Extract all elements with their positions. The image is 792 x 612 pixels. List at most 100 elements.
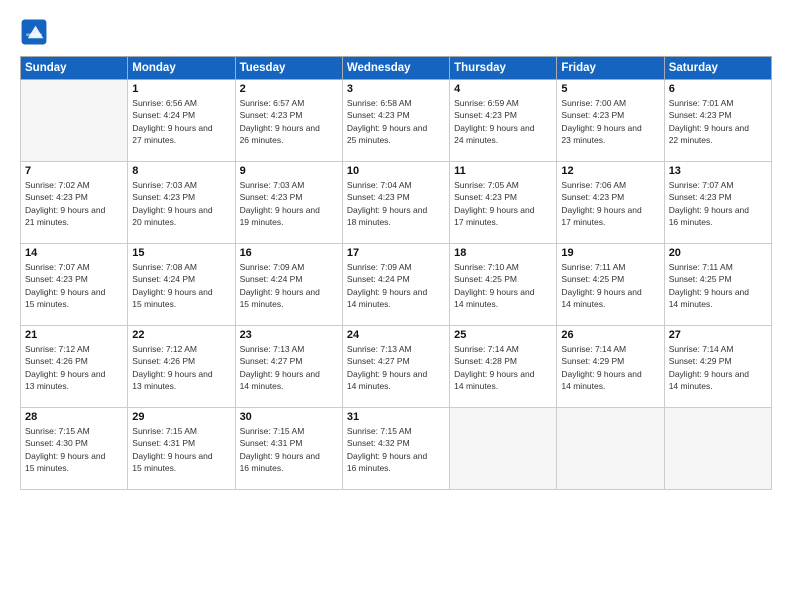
day-cell: 8 Sunrise: 7:03 AMSunset: 4:23 PMDaylight… [128,162,235,244]
day-info: Sunrise: 7:07 AMSunset: 4:23 PMDaylight:… [669,179,767,228]
day-cell: 7Sunrise: 7:02 AMSunset: 4:23 PMDaylight… [21,162,128,244]
calendar-header-row: SundayMondayTuesdayWednesdayThursdayFrid… [21,57,772,80]
logo-icon [20,18,48,46]
header-sunday: Sunday [21,57,128,80]
day-number: 25 [454,329,552,341]
day-number: 3 [347,83,445,95]
day-info: Sunrise: 7:11 AMSunset: 4:25 PMDaylight:… [561,261,659,310]
day-cell: 20Sunrise: 7:11 AMSunset: 4:25 PMDayligh… [664,244,771,326]
day-info: Sunrise: 7:15 AMSunset: 4:31 PMDaylight:… [240,425,338,474]
day-cell: 30 Sunrise: 7:15 AMSunset: 4:31 PMDayligh… [235,408,342,490]
day-number: 8 [132,165,230,177]
day-cell: 19 Sunrise: 7:11 AMSunset: 4:25 PMDayligh… [557,244,664,326]
day-number: 12 [561,165,659,177]
header-tuesday: Tuesday [235,57,342,80]
day-info: Sunrise: 7:12 AMSunset: 4:26 PMDaylight:… [25,343,123,392]
day-number: 14 [25,247,123,259]
day-info: Sunrise: 6:58 AMSunset: 4:23 PMDaylight:… [347,97,445,146]
day-number: 24 [347,329,445,341]
day-number: 17 [347,247,445,259]
logo [20,18,52,46]
day-number: 11 [454,165,552,177]
day-info: Sunrise: 7:07 AMSunset: 4:23 PMDaylight:… [25,261,123,310]
day-number: 20 [669,247,767,259]
day-cell: 1 Sunrise: 6:56 AMSunset: 4:24 PMDaylight… [128,80,235,162]
day-info: Sunrise: 7:15 AMSunset: 4:32 PMDaylight:… [347,425,445,474]
day-number: 27 [669,329,767,341]
day-info: Sunrise: 7:05 AMSunset: 4:23 PMDaylight:… [454,179,552,228]
day-cell: 14 Sunrise: 7:07 AMSunset: 4:23 PMDayligh… [21,244,128,326]
day-info: Sunrise: 6:56 AMSunset: 4:24 PMDaylight:… [132,97,230,146]
day-cell: 25 Sunrise: 7:14 AMSunset: 4:28 PMDayligh… [450,326,557,408]
day-number: 23 [240,329,338,341]
day-cell: 4 Sunrise: 6:59 AMSunset: 4:23 PMDaylight… [450,80,557,162]
day-info: Sunrise: 7:12 AMSunset: 4:26 PMDaylight:… [132,343,230,392]
day-info: Sunrise: 7:13 AMSunset: 4:27 PMDaylight:… [347,343,445,392]
day-info: Sunrise: 6:59 AMSunset: 4:23 PMDaylight:… [454,97,552,146]
day-cell [664,408,771,490]
day-cell: 5 Sunrise: 7:00 AMSunset: 4:23 PMDaylight… [557,80,664,162]
day-info: Sunrise: 7:14 AMSunset: 4:28 PMDaylight:… [454,343,552,392]
calendar: SundayMondayTuesdayWednesdayThursdayFrid… [20,56,772,490]
day-info: Sunrise: 7:03 AMSunset: 4:23 PMDaylight:… [240,179,338,228]
day-info: Sunrise: 6:57 AMSunset: 4:23 PMDaylight:… [240,97,338,146]
day-number: 16 [240,247,338,259]
day-info: Sunrise: 7:15 AMSunset: 4:30 PMDaylight:… [25,425,123,474]
day-cell [450,408,557,490]
day-info: Sunrise: 7:09 AMSunset: 4:24 PMDaylight:… [347,261,445,310]
page: SundayMondayTuesdayWednesdayThursdayFrid… [0,0,792,612]
day-info: Sunrise: 7:10 AMSunset: 4:25 PMDaylight:… [454,261,552,310]
week-row-2: 7Sunrise: 7:02 AMSunset: 4:23 PMDaylight… [21,162,772,244]
day-cell: 31 Sunrise: 7:15 AMSunset: 4:32 PMDayligh… [342,408,449,490]
day-info: Sunrise: 7:14 AMSunset: 4:29 PMDaylight:… [561,343,659,392]
day-number: 1 [132,83,230,95]
day-number: 22 [132,329,230,341]
day-info: Sunrise: 7:03 AMSunset: 4:23 PMDaylight:… [132,179,230,228]
day-number: 30 [240,411,338,423]
day-cell: 26 Sunrise: 7:14 AMSunset: 4:29 PMDayligh… [557,326,664,408]
day-cell: 18Sunrise: 7:10 AMSunset: 4:25 PMDayligh… [450,244,557,326]
day-number: 28 [25,411,123,423]
header-friday: Friday [557,57,664,80]
header-wednesday: Wednesday [342,57,449,80]
day-cell: 23 Sunrise: 7:13 AMSunset: 4:27 PMDayligh… [235,326,342,408]
day-info: Sunrise: 7:01 AMSunset: 4:23 PMDaylight:… [669,97,767,146]
day-number: 13 [669,165,767,177]
day-number: 5 [561,83,659,95]
day-cell: 3 Sunrise: 6:58 AMSunset: 4:23 PMDaylight… [342,80,449,162]
day-cell: 9Sunrise: 7:03 AMSunset: 4:23 PMDaylight… [235,162,342,244]
day-info: Sunrise: 7:13 AMSunset: 4:27 PMDaylight:… [240,343,338,392]
day-cell: 16 Sunrise: 7:09 AMSunset: 4:24 PMDayligh… [235,244,342,326]
day-cell: 17 Sunrise: 7:09 AMSunset: 4:24 PMDayligh… [342,244,449,326]
header-thursday: Thursday [450,57,557,80]
header-saturday: Saturday [664,57,771,80]
day-cell: 13 Sunrise: 7:07 AMSunset: 4:23 PMDayligh… [664,162,771,244]
day-info: Sunrise: 7:09 AMSunset: 4:24 PMDaylight:… [240,261,338,310]
day-number: 4 [454,83,552,95]
day-cell [557,408,664,490]
day-cell: 10 Sunrise: 7:04 AMSunset: 4:23 PMDayligh… [342,162,449,244]
day-info: Sunrise: 7:08 AMSunset: 4:24 PMDaylight:… [132,261,230,310]
day-number: 21 [25,329,123,341]
day-number: 10 [347,165,445,177]
header [20,18,772,46]
day-cell: 11 Sunrise: 7:05 AMSunset: 4:23 PMDayligh… [450,162,557,244]
day-number: 26 [561,329,659,341]
day-cell: 21 Sunrise: 7:12 AMSunset: 4:26 PMDayligh… [21,326,128,408]
day-number: 31 [347,411,445,423]
day-cell: 27Sunrise: 7:14 AMSunset: 4:29 PMDayligh… [664,326,771,408]
day-info: Sunrise: 7:04 AMSunset: 4:23 PMDaylight:… [347,179,445,228]
week-row-1: 1 Sunrise: 6:56 AMSunset: 4:24 PMDaylight… [21,80,772,162]
day-info: Sunrise: 7:00 AMSunset: 4:23 PMDaylight:… [561,97,659,146]
day-cell: 6Sunrise: 7:01 AMSunset: 4:23 PMDaylight… [664,80,771,162]
week-row-4: 21 Sunrise: 7:12 AMSunset: 4:26 PMDayligh… [21,326,772,408]
day-cell: 15 Sunrise: 7:08 AMSunset: 4:24 PMDayligh… [128,244,235,326]
day-cell: 28 Sunrise: 7:15 AMSunset: 4:30 PMDayligh… [21,408,128,490]
day-number: 7 [25,165,123,177]
day-number: 15 [132,247,230,259]
day-info: Sunrise: 7:15 AMSunset: 4:31 PMDaylight:… [132,425,230,474]
day-number: 19 [561,247,659,259]
day-cell: 22 Sunrise: 7:12 AMSunset: 4:26 PMDayligh… [128,326,235,408]
day-info: Sunrise: 7:06 AMSunset: 4:23 PMDaylight:… [561,179,659,228]
week-row-5: 28 Sunrise: 7:15 AMSunset: 4:30 PMDayligh… [21,408,772,490]
